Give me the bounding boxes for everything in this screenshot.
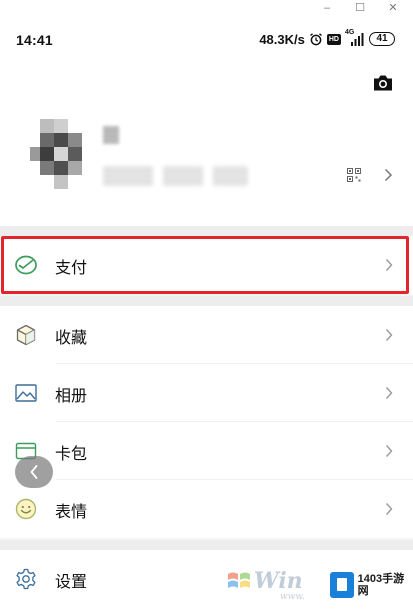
battery-indicator: 41 <box>369 32 395 46</box>
section-gap <box>0 226 413 236</box>
menu-item-favorites[interactable]: 收藏 <box>0 306 413 364</box>
close-button[interactable]: ✕ <box>386 1 400 15</box>
menu-item-album[interactable]: 相册 <box>0 364 413 422</box>
menu-item-label: 设置 <box>55 572 88 591</box>
wechat-id-blurred-2 <box>163 166 203 186</box>
chevron-left-icon <box>30 465 38 479</box>
qr-code-icon[interactable] <box>347 168 361 182</box>
chevron-right-icon <box>385 387 393 399</box>
section-gap <box>0 296 413 306</box>
network-speed: 48.3K/s <box>259 31 305 47</box>
windows-logo-icon <box>228 572 250 588</box>
wechat-id-blurred-3 <box>213 166 248 186</box>
hd-icon: HD <box>326 33 341 45</box>
network-type: 4G <box>345 29 355 36</box>
alarm-icon <box>309 32 323 46</box>
status-bar: 14:41 48.3K/s HD 4G 41 <box>0 18 413 64</box>
chevron-right-icon <box>385 503 393 515</box>
chevron-right-icon <box>385 259 393 271</box>
menu-item-label: 收藏 <box>55 328 88 347</box>
chevron-right-icon <box>385 329 393 341</box>
wallet-icon <box>15 255 37 275</box>
watermark-text: Win <box>254 568 303 594</box>
menu-item-label: 支付 <box>55 258 88 277</box>
menu-item-label: 表情 <box>55 502 88 521</box>
smiley-icon <box>15 498 37 520</box>
chevron-right-icon <box>385 445 393 457</box>
status-time: 14:41 <box>16 32 53 48</box>
wechat-id-blurred <box>103 166 153 186</box>
signal-icon: 4G <box>345 29 365 47</box>
nickname-blurred <box>103 126 119 144</box>
menu-item-stickers[interactable]: 表情 <box>0 480 413 538</box>
site-watermark-text: 1403手游网 <box>357 573 405 597</box>
minimize-button[interactable]: – <box>320 1 334 15</box>
cube-icon <box>16 324 36 346</box>
watermark-logo: Win www. <box>220 566 330 606</box>
camera-icon[interactable] <box>372 72 394 94</box>
watermark-subtext: www. <box>280 592 305 602</box>
menu-item-cards[interactable]: 卡包 <box>0 422 413 480</box>
menu-item-pay[interactable]: 支付 <box>0 236 413 294</box>
site-logo-icon <box>330 572 354 598</box>
menu-item-label: 卡包 <box>55 444 88 463</box>
chevron-right-icon <box>384 168 393 182</box>
window-title-bar: – ☐ ✕ <box>0 0 413 18</box>
image-icon <box>15 384 37 402</box>
gear-icon <box>16 568 36 590</box>
maximize-button[interactable]: ☐ <box>353 1 367 15</box>
profile-header[interactable] <box>0 64 413 226</box>
status-indicators: 48.3K/s HD 4G 41 <box>259 29 395 48</box>
avatar[interactable] <box>30 119 82 189</box>
menu-item-label: 相册 <box>55 386 88 405</box>
section-gap <box>0 540 413 550</box>
site-watermark: 1403手游网 <box>330 568 410 602</box>
floating-back-button[interactable] <box>15 456 53 488</box>
